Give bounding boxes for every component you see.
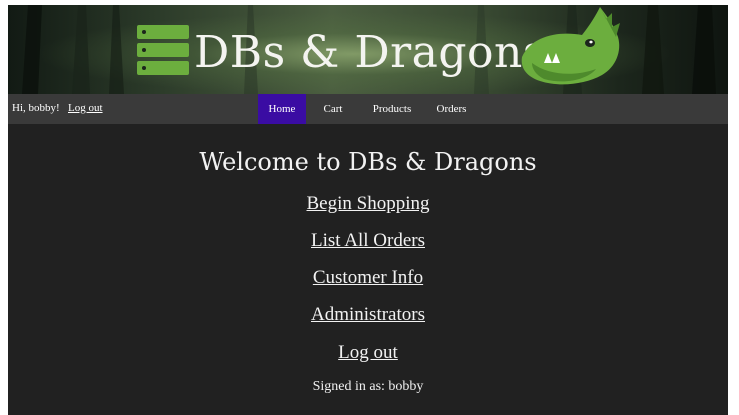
customer-info-link[interactable]: Customer Info xyxy=(8,267,728,289)
top-navbar: Hi, bobby! Log out Home Cart Products Or… xyxy=(8,94,728,124)
nav-home-tab[interactable]: Home xyxy=(258,94,306,124)
server-logo-icon xyxy=(137,25,189,75)
signed-in-status: Signed in as: bobby xyxy=(312,379,424,394)
user-greeting: Hi, bobby! xyxy=(12,102,60,114)
begin-shopping-link[interactable]: Begin Shopping xyxy=(8,193,728,215)
main-logout-link[interactable]: Log out xyxy=(8,342,728,364)
site-banner: DBs & Dragons xyxy=(8,5,728,94)
administrators-link[interactable]: Administrators xyxy=(8,304,728,326)
list-all-orders-link[interactable]: List All Orders xyxy=(8,230,728,252)
nav-orders-tab[interactable]: Orders xyxy=(429,94,474,124)
navbar-logout-link[interactable]: Log out xyxy=(68,102,103,114)
nav-products-tab[interactable]: Products xyxy=(362,94,422,124)
page-frame: DBs & Dragons Hi, bobby! Log out Home Ca… xyxy=(8,5,728,415)
nav-cart-tab[interactable]: Cart xyxy=(315,94,351,124)
logo-text: DBs & Dragons xyxy=(194,27,546,78)
page-title: Welcome to DBs & Dragons xyxy=(199,148,537,176)
dragon-logo-icon xyxy=(521,7,620,85)
